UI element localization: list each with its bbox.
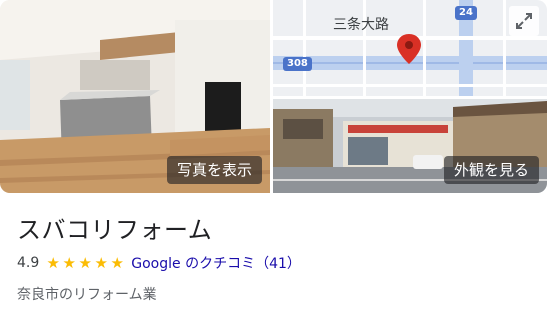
star-icon: ★: [46, 254, 60, 272]
expand-icon: [516, 13, 532, 29]
star-icon: ★: [78, 254, 92, 272]
street-view-tile[interactable]: 外観を見る: [273, 99, 547, 193]
rating-value: 4.9: [17, 255, 40, 271]
business-category: 奈良市のリフォーム業: [17, 287, 157, 303]
expand-map-button[interactable]: [509, 6, 539, 36]
rating-stars: ★ ★ ★ ★ ★: [45, 254, 125, 272]
star-icon: ★: [110, 254, 124, 272]
interior-photo-tile[interactable]: 写真を表示: [0, 0, 270, 193]
star-icon: ★: [62, 254, 76, 272]
view-exterior-button[interactable]: 外観を見る: [443, 156, 539, 184]
route-24-shield: 24: [455, 6, 477, 20]
rating-row: 4.9 ★ ★ ★ ★ ★ Google のクチコミ（41）: [17, 253, 301, 273]
business-name: スバコリフォーム: [17, 216, 213, 244]
show-photos-button[interactable]: 写真を表示: [166, 156, 262, 184]
route-308-shield: 308: [283, 57, 312, 71]
map-tile[interactable]: 三条大路 308 24: [273, 0, 547, 96]
map-street-label: 三条大路: [333, 17, 389, 33]
star-icon: ★: [94, 254, 108, 272]
map-image: [273, 0, 547, 96]
google-reviews-link[interactable]: Google のクチコミ（41）: [131, 253, 301, 273]
